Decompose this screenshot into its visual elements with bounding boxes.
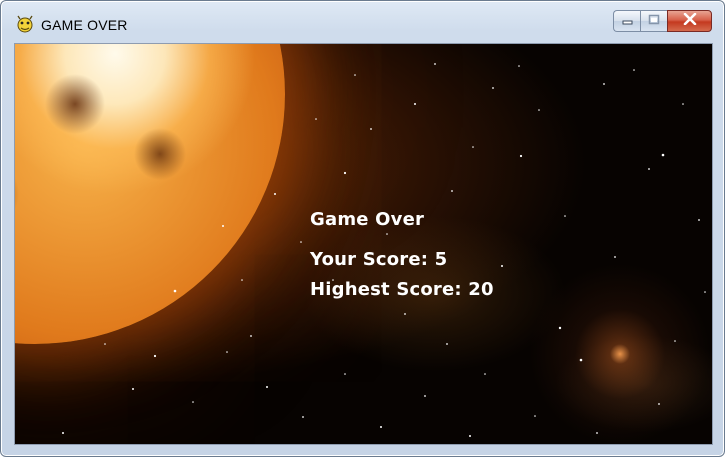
- title-bar[interactable]: GAME OVER: [1, 1, 724, 43]
- window-title: GAME OVER: [41, 17, 128, 33]
- close-icon: [683, 12, 697, 30]
- maximize-icon: [648, 12, 660, 30]
- window-controls: [613, 10, 712, 32]
- starfield-background: [62, 63, 706, 437]
- game-over-heading: Game Over: [310, 209, 425, 230]
- pygame-snake-icon: [15, 14, 35, 34]
- game-canvas[interactable]: Game Over Your Score: 5 Highest Score: 2…: [14, 43, 713, 445]
- minimize-icon: [622, 12, 633, 30]
- game-window: GAME OVER Game Over Your Score: 5 Highes…: [0, 0, 725, 457]
- your-score-text: Your Score: 5: [310, 249, 448, 270]
- minimize-button[interactable]: [613, 10, 640, 32]
- close-button[interactable]: [667, 10, 712, 32]
- highest-score-text: Highest Score: 20: [310, 279, 494, 300]
- maximize-button[interactable]: [640, 10, 667, 32]
